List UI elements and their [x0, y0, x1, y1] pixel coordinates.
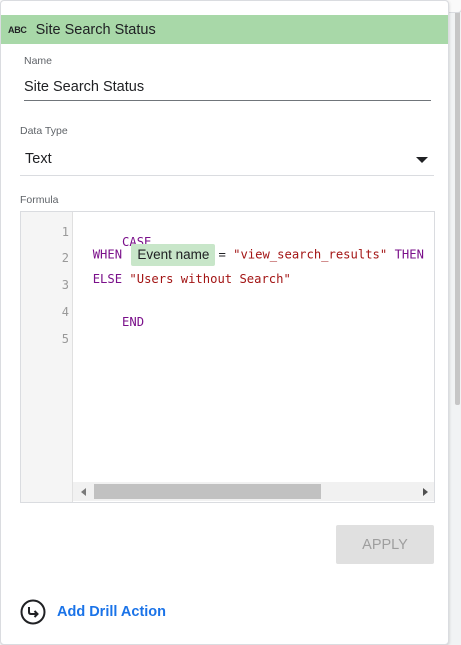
abc-icon: ABC: [8, 24, 27, 35]
calculated-field-panel: ABC Site Search Status Name Data Type Te…: [0, 0, 449, 645]
chevron-down-icon[interactable]: [416, 157, 428, 163]
formula-editor[interactable]: 1 2 3 4 5 CASE WHEN Event name = "view_se…: [20, 211, 435, 503]
string-literal: "view_search_results": [233, 247, 388, 262]
apply-button[interactable]: APPLY: [336, 525, 434, 564]
scrollbar-thumb[interactable]: [94, 484, 321, 499]
name-input[interactable]: [24, 73, 431, 101]
data-type-label: Data Type: [20, 125, 68, 137]
line-number: 1: [61, 225, 69, 239]
add-drill-action-label: Add Drill Action: [57, 604, 167, 620]
scroll-left-icon[interactable]: [81, 488, 86, 496]
line-number: 4: [61, 305, 69, 319]
line-number: 5: [61, 332, 69, 346]
string-literal: "Users without Search": [129, 272, 291, 286]
horizontal-scrollbar[interactable]: [73, 482, 434, 501]
formula-label: Formula: [20, 194, 59, 206]
line-number-gutter: 1 2 3 4 5: [21, 212, 73, 502]
end-keyword: END: [122, 315, 145, 329]
then-keyword: THEN: [394, 247, 424, 262]
field-chip-event-name[interactable]: Event name: [131, 244, 216, 266]
equals-operator: =: [218, 247, 226, 262]
data-type-value: Text: [25, 151, 52, 167]
line-number: 3: [61, 278, 69, 292]
else-keyword: ELSE: [92, 272, 123, 286]
name-label: Name: [24, 55, 53, 67]
panel-header: ABC Site Search Status: [1, 15, 448, 44]
background-scrollbar[interactable]: [455, 0, 460, 405]
when-keyword: WHEN: [92, 247, 123, 262]
code-line-4[interactable]: END: [78, 298, 144, 346]
scroll-right-icon[interactable]: [423, 488, 428, 496]
add-drill-action-button[interactable]: Add Drill Action: [20, 598, 166, 626]
data-type-select[interactable]: Text: [20, 145, 434, 176]
code-line-2[interactable]: WHEN Event name = "view_search_results" T…: [78, 244, 424, 266]
code-line-3[interactable]: ELSE "Users without Search": [78, 271, 291, 287]
panel-title: Site Search Status: [35, 21, 156, 38]
drill-action-icon: [20, 599, 46, 625]
line-number: 2: [61, 251, 69, 265]
